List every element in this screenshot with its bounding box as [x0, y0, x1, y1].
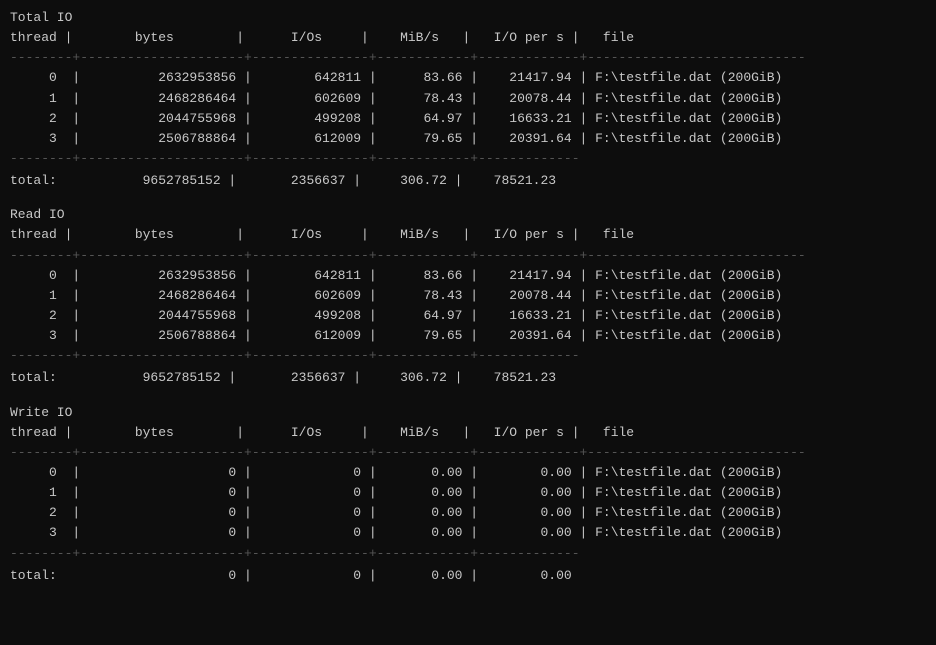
total-io-total: total: 9652785152 | 2356637 | 306.72 | 7… [10, 171, 926, 191]
read-io-row-3: 3 | 2506788864 | 612009 | 79.65 | 20391.… [10, 326, 926, 346]
total-io-row-1: 1 | 2468286464 | 602609 | 78.43 | 20078.… [10, 89, 926, 109]
read-io-row-2: 2 | 2044755968 | 499208 | 64.97 | 16633.… [10, 306, 926, 326]
app-container: Total IO thread | bytes | I/Os | MiB/s |… [10, 8, 926, 596]
total-io-divider-bottom: --------+---------------------+---------… [10, 149, 926, 169]
read-io-row-0: 0 | 2632953856 | 642811 | 83.66 | 21417.… [10, 266, 926, 286]
total-io-title: Total IO thread | bytes | I/Os | MiB/s |… [10, 8, 926, 48]
total-io-row-0: 0 | 2632953856 | 642811 | 83.66 | 21417.… [10, 68, 926, 88]
write-io-row-1: 1 | 0 | 0 | 0.00 | 0.00 | F:\testfile.da… [10, 483, 926, 503]
read-io-title: Read IO thread | bytes | I/Os | MiB/s | … [10, 205, 926, 245]
write-io-row-2: 2 | 0 | 0 | 0.00 | 0.00 | F:\testfile.da… [10, 503, 926, 523]
total-io-row-3: 3 | 2506788864 | 612009 | 79.65 | 20391.… [10, 129, 926, 149]
read-io-divider-top: --------+---------------------+---------… [10, 246, 926, 266]
write-io-title: Write IO thread | bytes | I/Os | MiB/s |… [10, 403, 926, 443]
read-io-total: total: 9652785152 | 2356637 | 306.72 | 7… [10, 368, 926, 388]
write-io-divider-bottom: --------+---------------------+---------… [10, 544, 926, 564]
write-io-divider-top: --------+---------------------+---------… [10, 443, 926, 463]
total-io-divider-top: --------+---------------------+---------… [10, 48, 926, 68]
read-io-divider-bottom: --------+---------------------+---------… [10, 346, 926, 366]
write-io-row-0: 0 | 0 | 0 | 0.00 | 0.00 | F:\testfile.da… [10, 463, 926, 483]
write-io-row-3: 3 | 0 | 0 | 0.00 | 0.00 | F:\testfile.da… [10, 523, 926, 543]
section-write-io: Write IO thread | bytes | I/Os | MiB/s |… [10, 403, 926, 596]
section-total-io: Total IO thread | bytes | I/Os | MiB/s |… [10, 8, 926, 201]
read-io-row-1: 1 | 2468286464 | 602609 | 78.43 | 20078.… [10, 286, 926, 306]
section-read-io: Read IO thread | bytes | I/Os | MiB/s | … [10, 205, 926, 398]
total-io-row-2: 2 | 2044755968 | 499208 | 64.97 | 16633.… [10, 109, 926, 129]
write-io-total: total: 0 | 0 | 0.00 | 0.00 [10, 566, 926, 586]
